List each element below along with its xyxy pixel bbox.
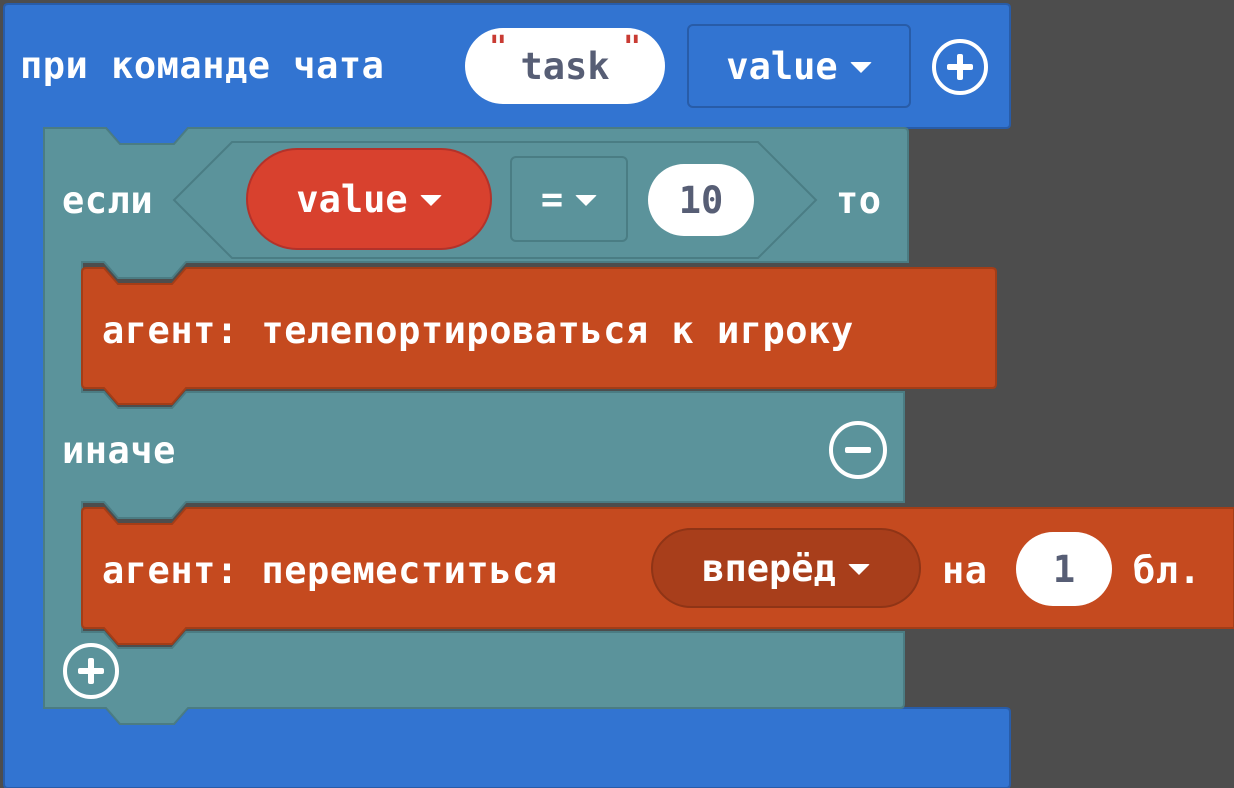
operator-dropdown[interactable]: =: [510, 156, 628, 242]
add-parameter-plus-icon[interactable]: [932, 39, 988, 95]
param-dropdown[interactable]: value: [687, 24, 911, 108]
move-on-label: на: [942, 549, 988, 592]
quote-open: ": [489, 30, 508, 65]
chevron-down-icon: [419, 194, 442, 206]
chevron-down-icon: [575, 194, 598, 206]
operator-value: =: [540, 177, 564, 221]
distance-number-input[interactable]: 1: [1016, 532, 1112, 606]
quote-close: ": [622, 30, 641, 65]
event-label: при команде чата: [20, 44, 385, 87]
if-label: если: [62, 179, 154, 222]
then-label: то: [836, 179, 882, 222]
operand-number-input[interactable]: 10: [648, 164, 754, 236]
direction-value: вперёд: [702, 546, 836, 590]
variable-name: value: [296, 177, 408, 221]
add-branch-plus-icon[interactable]: [63, 643, 119, 699]
chevron-down-icon: [849, 61, 872, 73]
else-label: иначе: [62, 429, 176, 472]
operand-value: 10: [678, 178, 724, 222]
unit-label: бл.: [1133, 549, 1202, 592]
direction-dropdown[interactable]: вперёд: [651, 528, 921, 608]
teleport-statement-label: агент: телепортироваться к игроку: [102, 309, 854, 352]
remove-else-minus-icon[interactable]: [829, 421, 887, 479]
block-shapes: [3, 3, 1234, 788]
param-dropdown-value: value: [726, 44, 838, 88]
command-string-input[interactable]: " task ": [465, 28, 665, 104]
distance-value: 1: [1052, 547, 1076, 591]
move-statement-label: агент: переместиться: [102, 549, 558, 592]
chevron-down-icon: [847, 563, 870, 575]
command-string-value: task: [520, 44, 610, 88]
value-variable-reporter[interactable]: value: [246, 148, 492, 250]
